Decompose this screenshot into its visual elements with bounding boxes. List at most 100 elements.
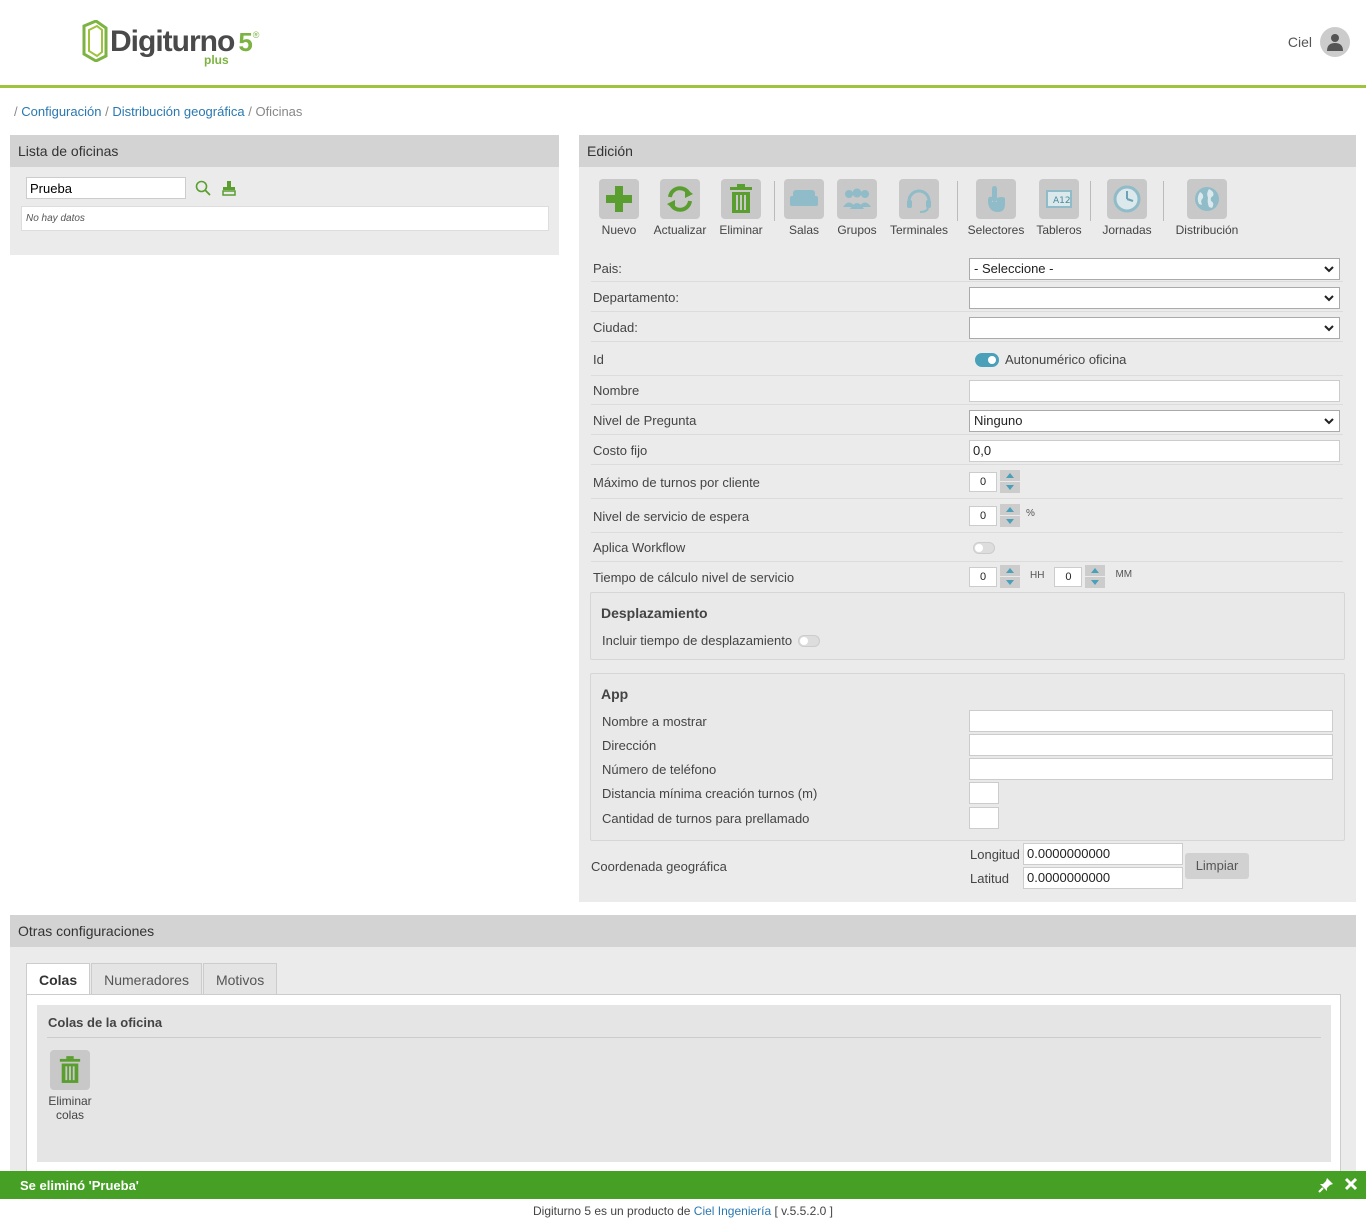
divider (47, 1037, 1321, 1038)
pin-icon[interactable] (1318, 1177, 1334, 1196)
touch-hand-icon (976, 179, 1016, 219)
logo-plus: plus (204, 53, 229, 67)
selectores-button[interactable]: Selectores (961, 179, 1031, 237)
prellamado-input[interactable] (969, 807, 999, 829)
tool-label: Jornadas (1102, 223, 1152, 237)
tool-label: Actualizar (653, 223, 707, 237)
tiempo-row: Tiempo de cálculo nivel de servicio 0 HH… (591, 562, 1343, 592)
distribucion-button[interactable]: Distribución (1167, 179, 1247, 237)
tool-label: Selectores (967, 223, 1025, 237)
search-row (26, 177, 238, 199)
costo-input[interactable]: 0,0 (969, 439, 1340, 462)
jornadas-button[interactable]: Jornadas (1094, 179, 1160, 237)
pais-label: Pais: (593, 261, 622, 276)
logo-version: 5 (238, 27, 253, 57)
headset-icon (899, 179, 939, 219)
panel-title: Otras configuraciones (10, 915, 1356, 947)
spin-up-icon[interactable] (1000, 504, 1020, 515)
desplazamiento-section: Desplazamiento Incluir tiempo de desplaz… (590, 592, 1345, 660)
eliminar-button[interactable]: Eliminar (711, 179, 771, 237)
user-menu[interactable]: Ciel (1288, 27, 1350, 57)
tiempo-hh-input[interactable]: 0 (969, 567, 997, 587)
spin-up-icon[interactable] (1000, 470, 1020, 481)
eliminar-colas-button[interactable]: Eliminar colas (47, 1050, 93, 1122)
nivel-servicio-label: Nivel de servicio de espera (593, 508, 750, 524)
footer-link[interactable]: Ciel Ingeniería (694, 1204, 771, 1218)
pais-value: - Seleccione - (974, 260, 1054, 276)
terminales-button[interactable]: Terminales (884, 179, 954, 237)
tableros-button[interactable]: A12 Tableros (1031, 179, 1087, 237)
incluir-label: Incluir tiempo de desplazamiento (602, 633, 793, 648)
limpiar-button[interactable]: Limpiar (1185, 853, 1249, 879)
incluir-row: Incluir tiempo de desplazamiento (602, 633, 821, 648)
actualizar-button[interactable]: Actualizar (649, 179, 711, 237)
max-turnos-row: Máximo de turnos por cliente 0 (591, 466, 1343, 499)
pais-select[interactable]: - Seleccione - (969, 257, 1340, 280)
direccion-label: Dirección (602, 738, 657, 753)
digiturno-logo[interactable]: Digiturno 5 ® plus (82, 20, 259, 67)
grupos-button[interactable]: Grupos (830, 179, 884, 237)
spin-down-icon[interactable] (1085, 577, 1106, 588)
clear-brush-icon[interactable] (220, 179, 238, 197)
spin-down-icon[interactable] (1000, 577, 1020, 588)
breadcrumb: / Configuración / Distribución geográfic… (14, 104, 302, 119)
breadcrumb-distribucion[interactable]: Distribución geográfica (112, 104, 244, 119)
telefono-input[interactable] (969, 758, 1333, 780)
search-icon[interactable] (194, 179, 212, 197)
logo-mark-icon (82, 20, 108, 62)
colas-box: Colas de la oficina Eliminar colas (37, 1005, 1331, 1162)
tab-motivos[interactable]: Motivos (202, 963, 278, 995)
spin-down-icon[interactable] (1000, 516, 1020, 527)
app-section: App Nombre a mostrar Dirección Número de… (590, 673, 1345, 841)
breadcrumb-current: Oficinas (255, 104, 303, 119)
tab-colas[interactable]: Colas (26, 963, 91, 995)
tiempo-mm-input[interactable]: 0 (1054, 567, 1083, 587)
id-label: Id (593, 352, 604, 367)
office-list-panel: Lista de oficinas No hay datos (10, 135, 559, 255)
nivel-servicio-input[interactable]: 0 (969, 506, 997, 526)
search-input[interactable] (26, 177, 186, 199)
chevron-down-icon (1324, 417, 1334, 424)
workflow-toggle[interactable] (973, 541, 995, 554)
ciudad-label: Ciudad: (593, 320, 638, 335)
breadcrumb-configuracion[interactable]: Configuración (21, 104, 101, 119)
latitud-input[interactable]: 0.0000000000 (1023, 867, 1183, 889)
spin-down-icon[interactable] (1000, 482, 1020, 493)
nombre-input[interactable] (969, 379, 1340, 402)
tab-content: Colas de la oficina Eliminar colas (26, 994, 1341, 1175)
max-turnos-label: Máximo de turnos por cliente (593, 474, 760, 490)
nivel-pregunta-select[interactable]: Ninguno (969, 409, 1340, 432)
pais-row: Pais: - Seleccione - (591, 256, 1343, 282)
tab-numeradores[interactable]: Numeradores (91, 963, 202, 995)
spin-up-icon[interactable] (1000, 565, 1020, 576)
clock-icon (1107, 179, 1147, 219)
departamento-select[interactable] (969, 286, 1340, 309)
coordenada-label: Coordenada geográfica (591, 859, 727, 874)
close-icon[interactable] (1344, 1177, 1358, 1196)
panel-title: Lista de oficinas (10, 135, 559, 167)
tool-label: Terminales (889, 223, 949, 237)
sofa-icon (784, 179, 824, 219)
refresh-icon (660, 179, 700, 219)
footer-version: [ v.5.5.2.0 ] (774, 1204, 833, 1218)
max-turnos-input[interactable]: 0 (969, 472, 997, 492)
nuevo-button[interactable]: Nuevo (589, 179, 649, 237)
colas-title: Colas de la oficina (48, 1015, 163, 1030)
avatar[interactable] (1320, 27, 1350, 57)
direccion-input[interactable] (969, 734, 1333, 756)
breadcrumb-sep: / (105, 104, 109, 119)
desplazamiento-title: Desplazamiento (601, 605, 708, 621)
longitud-input[interactable]: 0.0000000000 (1023, 843, 1183, 865)
costo-row: Costo fijo 0,0 (591, 437, 1343, 465)
app-title: App (601, 686, 629, 702)
incluir-toggle[interactable] (798, 634, 821, 647)
distancia-input[interactable] (969, 782, 999, 804)
salas-button[interactable]: Salas (778, 179, 830, 237)
spin-up-icon[interactable] (1085, 565, 1106, 576)
autonumerico-toggle[interactable] (975, 352, 999, 367)
chevron-down-icon (1324, 294, 1334, 301)
nombre-mostrar-input[interactable] (969, 710, 1333, 732)
nombre-row: Nombre (591, 377, 1343, 405)
panel-title: Edición (579, 135, 1356, 167)
ciudad-select[interactable] (969, 316, 1340, 339)
